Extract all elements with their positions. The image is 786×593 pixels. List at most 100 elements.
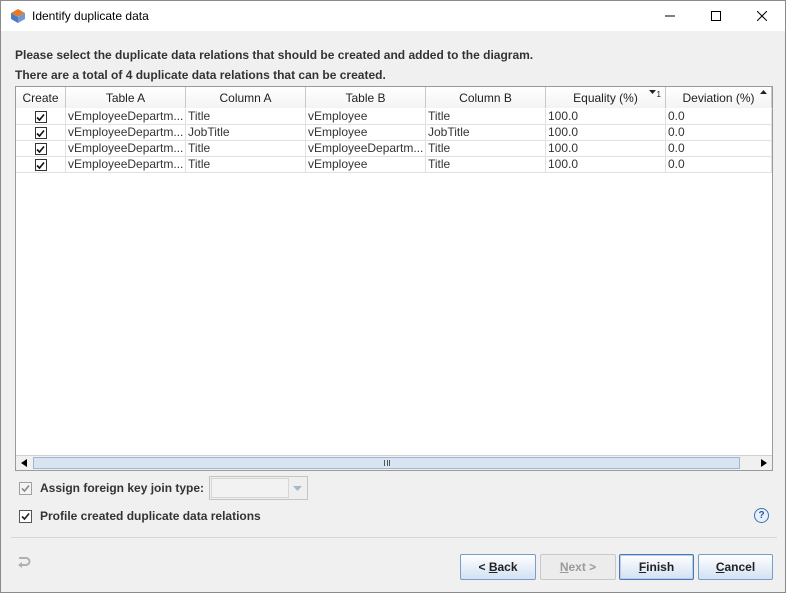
profile-checkbox[interactable]: [19, 509, 32, 523]
table-row[interactable]: vEmployeeDepartm... Title vEmployee Title 10…: [16, 109, 772, 125]
assign-fk-checkbox[interactable]: [19, 481, 32, 495]
assign-fk-option: Assign foreign key join type:: [19, 476, 309, 500]
equality-cell[interactable]: 100.0: [546, 141, 666, 157]
deviation-cell[interactable]: 0.0: [666, 109, 772, 125]
checkmark-icon: [21, 512, 30, 520]
column-header[interactable]: Column A: [186, 87, 306, 108]
column-header[interactable]: Create: [16, 87, 66, 108]
cancel-mnemonic: C: [715, 560, 725, 574]
back-rest: ack: [497, 560, 518, 574]
checkmark-icon: [36, 129, 45, 137]
close-icon: [757, 11, 767, 21]
duplicate-relations-table: Create Table A Column A Table B Column B Equa…: [15, 86, 773, 471]
deviation-cell[interactable]: 0.0: [666, 157, 772, 173]
arrow-right-icon: [761, 459, 767, 467]
table-row[interactable]: vEmployeeDepartm... Title vEmployee Title 10…: [16, 157, 772, 173]
create-cell[interactable]: [16, 141, 66, 157]
horizontal-scrollbar[interactable]: [16, 455, 772, 470]
help-icon[interactable]: ?: [754, 508, 769, 523]
instructions: Please select the duplicate data relatio…: [15, 45, 533, 85]
scroll-left-button[interactable]: [16, 456, 32, 470]
table-a-cell[interactable]: vEmployeeDepartm...: [66, 109, 186, 125]
create-cell[interactable]: [16, 157, 66, 173]
table-b-cell[interactable]: vEmployee: [306, 109, 426, 125]
column-header-label: Deviation (%): [682, 90, 755, 105]
column-b-cell[interactable]: JobTitle: [426, 125, 546, 141]
table-a-cell[interactable]: vEmployeeDepartm...: [66, 125, 186, 141]
equality-cell[interactable]: 100.0: [546, 109, 666, 125]
finish-rest: inish: [646, 560, 675, 574]
back-mnemonic: B: [488, 560, 498, 574]
arrow-left-icon: [21, 459, 27, 467]
next-rest: ext >: [568, 560, 597, 574]
create-cell[interactable]: [16, 109, 66, 125]
minimize-button[interactable]: [647, 1, 693, 31]
create-checkbox[interactable]: [34, 127, 47, 139]
next-mnemonic: N: [559, 560, 569, 574]
column-header[interactable]: Table B: [306, 87, 426, 108]
create-checkbox[interactable]: [34, 111, 47, 123]
column-header[interactable]: Equality (%) 1: [546, 87, 666, 108]
equality-cell[interactable]: 100.0: [546, 157, 666, 173]
sort-descending-icon: 1: [648, 90, 661, 99]
table-b-cell[interactable]: vEmployeeDepartm...: [306, 141, 426, 157]
separator: [11, 537, 777, 538]
back-prefix: <: [478, 560, 489, 574]
table-b-cell[interactable]: vEmployee: [306, 157, 426, 173]
close-button[interactable]: [739, 1, 785, 31]
column-header[interactable]: Deviation (%): [666, 87, 772, 108]
minimize-icon: [665, 15, 675, 17]
column-a-cell[interactable]: Title: [186, 109, 306, 125]
checkmark-icon: [36, 113, 45, 121]
grip-icon: [383, 460, 390, 466]
column-b-cell[interactable]: Title: [426, 141, 546, 157]
create-checkbox[interactable]: [34, 159, 47, 171]
title-bar: Identify duplicate data: [1, 1, 785, 31]
column-header[interactable]: Table A: [66, 87, 186, 108]
finish-mnemonic: F: [638, 560, 647, 574]
create-checkbox[interactable]: [34, 143, 47, 155]
cancel-button[interactable]: Cancel: [698, 554, 773, 580]
sort-ascending-icon: [760, 90, 767, 94]
table-row[interactable]: vEmployeeDepartm... Title vEmployeeDepartm…: [16, 141, 772, 157]
column-b-cell[interactable]: Title: [426, 109, 546, 125]
deviation-cell[interactable]: 0.0: [666, 125, 772, 141]
column-header-label: Create: [22, 90, 59, 105]
dialog-window: Identify duplicate data Please select th…: [0, 0, 786, 593]
profile-label: Profile created duplicate data relations: [40, 509, 261, 523]
deviation-cell[interactable]: 0.0: [666, 141, 772, 157]
column-b-cell[interactable]: Title: [426, 157, 546, 173]
equality-cell[interactable]: 100.0: [546, 125, 666, 141]
back-button[interactable]: < Back: [460, 554, 536, 580]
window-title: Identify duplicate data: [32, 9, 149, 23]
maximize-icon: [711, 11, 721, 21]
checkmark-icon: [21, 484, 30, 492]
join-type-dropdown[interactable]: [209, 476, 309, 500]
column-header[interactable]: Column B: [426, 87, 546, 108]
instruction-line-1: Please select the duplicate data relatio…: [15, 48, 534, 62]
table-b-cell[interactable]: vEmployee: [306, 125, 426, 141]
checkmark-icon: [36, 161, 45, 169]
column-header-label: Equality (%): [573, 90, 638, 105]
checkmark-icon: [36, 145, 45, 153]
scrollbar-thumb[interactable]: [33, 457, 740, 469]
profile-option: Profile created duplicate data relations: [19, 509, 261, 523]
column-a-cell[interactable]: JobTitle: [186, 125, 306, 141]
finish-button[interactable]: Finish: [619, 554, 694, 580]
column-header-label: Table A: [105, 90, 146, 105]
table-row[interactable]: vEmployeeDepartm... JobTitle vEmployee JobT…: [16, 125, 772, 141]
undo-icon[interactable]: [17, 556, 31, 568]
column-header-label: Column A: [219, 90, 272, 105]
join-type-value: [211, 478, 290, 498]
instruction-line-2: There are a total of 4 duplicate data re…: [15, 68, 386, 82]
table-header: Create Table A Column A Table B Column B Equa…: [16, 87, 772, 108]
scroll-right-button[interactable]: [756, 456, 772, 470]
create-cell[interactable]: [16, 125, 66, 141]
table-a-cell[interactable]: vEmployeeDepartm...: [66, 141, 186, 157]
maximize-button[interactable]: [693, 1, 739, 31]
column-a-cell[interactable]: Title: [186, 141, 306, 157]
column-a-cell[interactable]: Title: [186, 157, 306, 173]
next-button[interactable]: Next >: [540, 554, 616, 580]
table-a-cell[interactable]: vEmployeeDepartm...: [66, 157, 186, 173]
sort-order-label: 1: [656, 90, 661, 99]
